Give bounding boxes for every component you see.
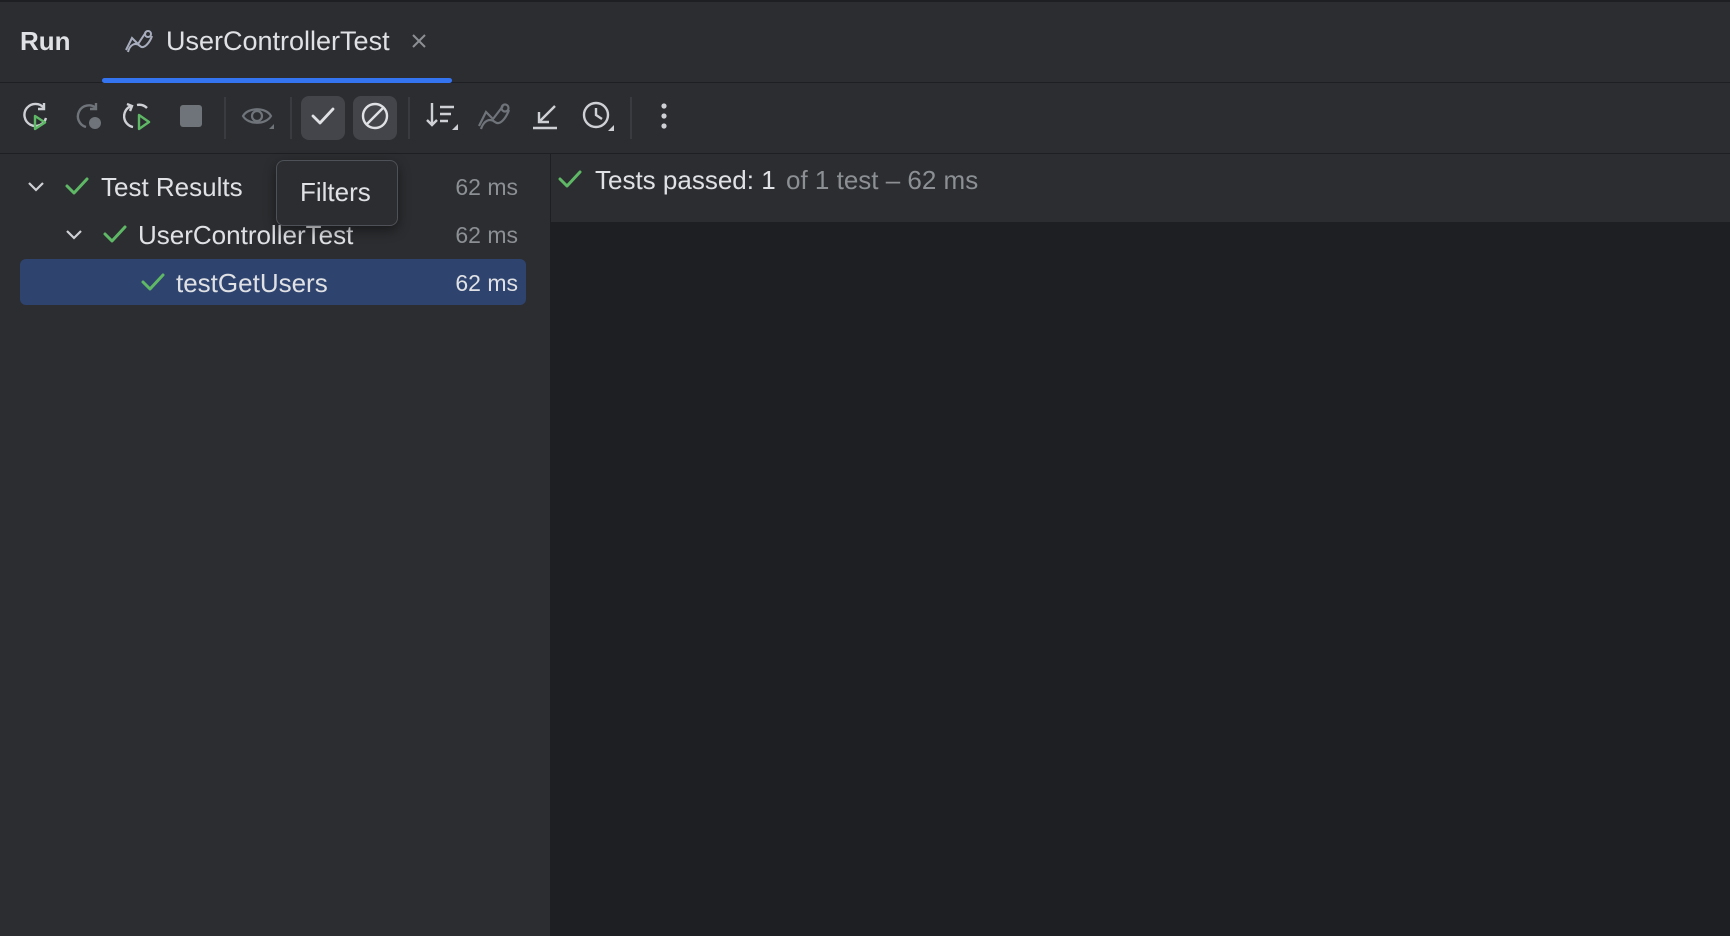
- chevron-down-icon[interactable]: [64, 224, 84, 249]
- more-options-icon: [658, 100, 670, 137]
- toolbar-separator: [224, 97, 226, 139]
- filters-tooltip: Filters: [276, 160, 398, 226]
- tool-window-header: Run UserControllerTest: [0, 2, 1730, 83]
- toolbar-separator: [408, 97, 410, 139]
- show-passed-check-icon: [308, 101, 338, 136]
- tooltip-text: Filters: [300, 177, 371, 207]
- tree-item-label: Test Results: [101, 172, 243, 202]
- tests-passed-count: Tests passed: 1: [595, 165, 776, 195]
- toolbar-separator: [290, 97, 292, 139]
- passed-check-icon: [557, 167, 583, 196]
- tree-item-test-results[interactable]: Test Results 62 ms: [20, 163, 526, 209]
- tree-item-test-get-users[interactable]: testGetUsers 62 ms: [20, 259, 526, 305]
- import-tests-icon: [476, 100, 512, 137]
- passed-check-icon: [64, 174, 90, 203]
- show-ignored-button[interactable]: [353, 96, 397, 140]
- toolbar-separator: [630, 97, 632, 139]
- test-output-console[interactable]: Tests passed: 1 of 1 test – 62 ms: [551, 154, 1730, 936]
- history-icon: [580, 99, 616, 138]
- export-button[interactable]: [523, 96, 567, 140]
- rerun-button[interactable]: [14, 96, 58, 140]
- show-passed-button[interactable]: [301, 96, 345, 140]
- sort-icon: [424, 99, 460, 138]
- rerun-icon: [20, 100, 52, 137]
- history-button[interactable]: [576, 96, 620, 140]
- test-status-bar: Tests passed: 1 of 1 test – 62 ms: [551, 154, 1730, 222]
- close-icon[interactable]: [410, 32, 428, 55]
- tree-item-label: testGetUsers: [176, 268, 328, 298]
- test-results-tree: Test Results 62 ms UserControllerTest 62…: [0, 154, 551, 936]
- duration-label: 62 ms: [455, 222, 518, 248]
- tests-summary: of 1 test – 62 ms: [786, 165, 979, 195]
- show-passed-eye-icon: [240, 100, 276, 137]
- toggle-auto-test-button[interactable]: [117, 96, 161, 140]
- duration-label: 62 ms: [455, 174, 518, 200]
- import-tests-button[interactable]: [472, 96, 516, 140]
- stop-icon: [175, 100, 207, 137]
- show-ignored-icon: [359, 100, 391, 137]
- tab-title: UserControllerTest: [166, 26, 390, 56]
- passed-check-icon: [140, 270, 166, 299]
- run-tool-window-title: Run: [20, 26, 71, 56]
- stop-button[interactable]: [169, 96, 213, 140]
- chevron-down-icon[interactable]: [26, 176, 46, 201]
- duration-label: 62 ms: [455, 270, 518, 296]
- rerun-failed-button[interactable]: [66, 96, 110, 140]
- sort-button[interactable]: [420, 96, 464, 140]
- rerun-failed-icon: [72, 100, 104, 137]
- passed-check-icon: [102, 222, 128, 251]
- test-config-icon: [124, 28, 154, 59]
- show-passed-toggle[interactable]: [236, 96, 280, 140]
- export-icon: [529, 100, 561, 137]
- more-options-button[interactable]: [642, 96, 686, 140]
- toggle-auto-test-icon: [122, 100, 155, 137]
- tree-item-user-controller-test[interactable]: UserControllerTest 62 ms: [20, 211, 526, 257]
- run-toolbar: [0, 83, 1730, 154]
- tab-user-controller-test[interactable]: UserControllerTest: [102, 2, 452, 83]
